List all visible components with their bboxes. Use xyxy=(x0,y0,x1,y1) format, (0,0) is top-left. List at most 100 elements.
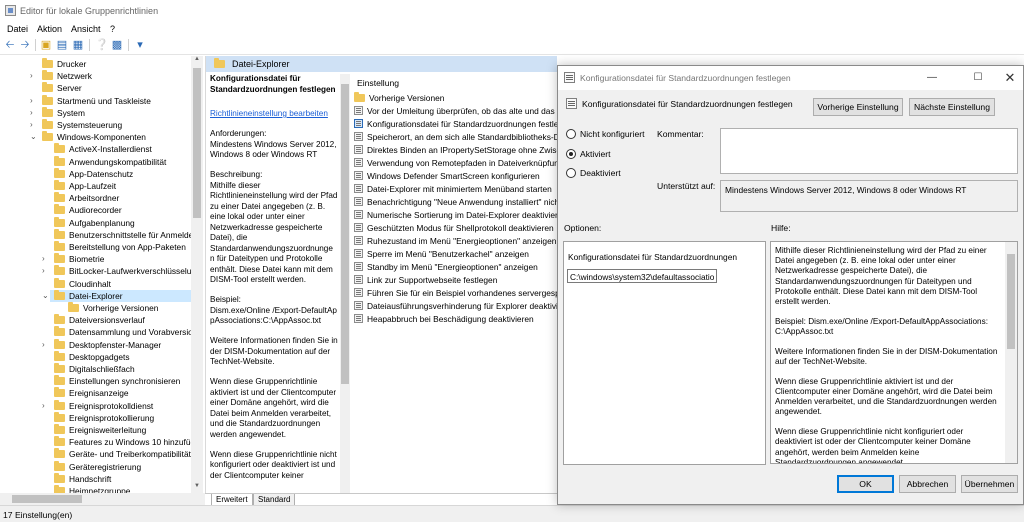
ok-button[interactable]: OK xyxy=(837,475,894,493)
tree-item[interactable]: Aufgabenplanung xyxy=(54,216,135,229)
chevron-right-icon[interactable]: › xyxy=(30,95,38,107)
settings-list-item[interactable]: Verwendung von Remotepfaden in Dateiverk… xyxy=(354,157,564,169)
scrollbar-thumb[interactable] xyxy=(1007,254,1015,349)
tree-item[interactable]: Geräteregistrierung xyxy=(54,460,141,473)
menu-datei[interactable]: Datei xyxy=(7,24,28,34)
tree-item[interactable]: Handschrift xyxy=(54,472,111,485)
tree-item[interactable]: Ereignisprotokollierung xyxy=(54,411,154,424)
next-setting-button[interactable]: Nächste Einstellung xyxy=(909,98,995,116)
chevron-right-icon[interactable]: › xyxy=(42,400,50,412)
scrollbar-thumb[interactable] xyxy=(341,84,349,384)
settings-list-item[interactable]: Standby im Menü "Energieoptionen" anzeig… xyxy=(354,261,538,273)
tree-item[interactable]: › Startmenü und Taskleiste xyxy=(30,94,151,107)
tree-item[interactable]: Desktopgadgets xyxy=(54,350,130,363)
column-header-einstellung[interactable]: Einstellung xyxy=(357,78,399,88)
help-scrollbar[interactable] xyxy=(1005,242,1017,463)
settings-list-item[interactable]: Link zur Supportwebseite festlegen xyxy=(354,274,497,286)
tree-item[interactable]: Datensammlung und Vorabversion xyxy=(54,326,198,338)
settings-list-item[interactable]: Führen Sie für ein Beispiel vorhandenes … xyxy=(354,287,564,299)
view-icon[interactable]: ▩ xyxy=(111,39,123,51)
settings-list-item[interactable]: Speicherort, an dem sich alle Standardbi… xyxy=(354,131,564,143)
menu-help[interactable]: ? xyxy=(110,24,115,34)
tree-item[interactable]: Anwendungskompatibilität xyxy=(54,155,166,168)
tree-item[interactable]: › Ereignisprotokolldienst xyxy=(42,399,153,412)
tree-item[interactable]: › System xyxy=(30,106,85,119)
tree-item[interactable]: Digitalschließfach xyxy=(54,363,135,375)
tree-item[interactable]: Ereignisanzeige xyxy=(54,387,129,399)
tree-item[interactable]: › Systemsteuerung xyxy=(30,119,122,131)
filter-icon[interactable]: ▾ xyxy=(134,39,146,51)
scrollbar-thumb[interactable] xyxy=(193,68,201,218)
previous-setting-button[interactable]: Vorherige Einstellung xyxy=(813,98,903,116)
tree-item[interactable]: Heimnetzgruppe xyxy=(54,485,130,493)
back-arrow-icon[interactable]: 🡠 xyxy=(4,39,16,51)
chevron-right-icon[interactable]: › xyxy=(42,265,50,277)
radio-circle[interactable] xyxy=(566,149,576,159)
tree-item[interactable]: ⌄ Datei-Explorer xyxy=(42,289,200,302)
tree-horizontal-scrollbar[interactable] xyxy=(0,493,205,505)
apply-button[interactable]: Übernehmen xyxy=(961,475,1018,493)
tree-item[interactable]: › BitLocker-Laufwerkverschlüsselun xyxy=(42,265,196,277)
settings-list-item[interactable]: Direktes Binden an IPropertySetStorage o… xyxy=(354,144,564,156)
comment-field[interactable] xyxy=(720,128,1018,174)
radio-circle[interactable] xyxy=(566,129,576,139)
tree-item[interactable]: › Netzwerk xyxy=(30,70,92,82)
menu-aktion[interactable]: Aktion xyxy=(37,24,62,34)
scrollbar-thumb[interactable] xyxy=(12,495,82,503)
tree-item[interactable]: Dateiversionsverlauf xyxy=(54,314,145,326)
chevron-down-icon[interactable]: ⌄ xyxy=(42,290,50,302)
tree-item[interactable]: Benutzerschnittstelle für Anmelde xyxy=(54,228,193,241)
settings-list-item[interactable]: Vorherige Versionen xyxy=(354,92,444,104)
radio-not-configured[interactable]: Nicht konfiguriert xyxy=(566,129,644,139)
description-scrollbar[interactable] xyxy=(340,74,350,493)
tree-item[interactable]: Drucker xyxy=(42,58,86,70)
minimize-icon[interactable]: — xyxy=(924,70,940,86)
settings-list-item[interactable]: Benachrichtigung "Neue Anwendung install… xyxy=(354,196,562,208)
maximize-icon[interactable]: ☐ xyxy=(970,70,986,86)
tree-item[interactable]: Einstellungen synchronisieren xyxy=(54,375,180,387)
properties-icon[interactable]: ▦ xyxy=(72,39,84,51)
settings-list-item[interactable]: Numerische Sortierung im Datei-Explorer … xyxy=(354,209,564,221)
settings-list-item[interactable]: Ruhezustand im Menü "Energieoptionen" an… xyxy=(354,235,556,247)
radio-circle[interactable] xyxy=(566,168,576,178)
chevron-right-icon[interactable]: › xyxy=(42,339,50,351)
settings-list-item[interactable]: Heapabbruch bei Beschädigung deaktiviere… xyxy=(354,313,534,325)
tree-item[interactable]: Cloudinhalt xyxy=(54,277,111,290)
radio-enabled[interactable]: Aktiviert xyxy=(566,149,611,159)
tree-item[interactable]: Bereitstellung von App-Paketen xyxy=(54,241,186,253)
chevron-right-icon[interactable]: › xyxy=(42,253,50,265)
tree-item[interactable]: › Biometrie xyxy=(42,253,104,265)
tree-item[interactable]: Arbeitsordner xyxy=(54,192,119,204)
cancel-button[interactable]: Abbrechen xyxy=(899,475,956,493)
menu-ansicht[interactable]: Ansicht xyxy=(71,24,101,34)
radio-disabled[interactable]: Deaktiviert xyxy=(566,168,621,178)
scroll-down-arrow-icon[interactable]: ▼ xyxy=(191,483,203,493)
settings-list-item[interactable]: Vor der Umleitung überprüfen, ob das alt… xyxy=(354,105,564,117)
tree-item[interactable]: Features zu Windows 10 hinzufüge xyxy=(54,436,200,448)
up-folder-icon[interactable]: ▣ xyxy=(40,39,52,51)
help-icon[interactable]: ❔ xyxy=(95,39,109,51)
association-file-input[interactable]: C:\windows\system32\defaultassociatio xyxy=(567,269,717,283)
tree-item[interactable]: ActiveX-Installerdienst xyxy=(54,143,152,155)
tree-item[interactable]: Ereignisweiterleitung xyxy=(54,424,146,436)
tree-item[interactable]: Geräte- und Treiberkompatibilität xyxy=(54,448,191,460)
show-tree-icon[interactable]: ▤ xyxy=(56,39,68,51)
tree-item[interactable]: App-Laufzeit xyxy=(54,180,116,192)
tree-item[interactable]: App-Datenschutz xyxy=(54,167,133,180)
settings-list-item[interactable]: Sperre im Menü "Benutzerkachel" anzeigen xyxy=(354,248,529,260)
close-icon[interactable]: ✕ xyxy=(1002,70,1018,86)
chevron-right-icon[interactable]: › xyxy=(30,119,38,131)
settings-list-item[interactable]: Dateiausführungsverhinderung für Explore… xyxy=(354,300,564,312)
edit-policy-link[interactable]: Richtlinieneinstellung bearbeiten xyxy=(210,109,328,118)
chevron-down-icon[interactable]: ⌄ xyxy=(30,131,38,143)
tree-item[interactable]: › Desktopfenster-Manager xyxy=(42,338,161,351)
tree-vertical-scrollbar[interactable]: ▲ ▼ xyxy=(191,56,203,493)
settings-list-item[interactable]: Konfigurationsdatei für Standardzuordnun… xyxy=(354,118,564,130)
tree-item[interactable]: Vorherige Versionen xyxy=(68,302,158,314)
forward-arrow-icon[interactable]: 🡢 xyxy=(19,39,31,51)
scroll-up-arrow-icon[interactable]: ▲ xyxy=(191,56,203,66)
chevron-right-icon[interactable]: › xyxy=(30,70,38,82)
tree-item[interactable]: Server xyxy=(42,82,82,94)
settings-list-item[interactable]: Windows Defender SmartScreen konfigurier… xyxy=(354,170,540,182)
settings-list-item[interactable]: Datei-Explorer mit minimiertem Menüband … xyxy=(354,183,552,195)
